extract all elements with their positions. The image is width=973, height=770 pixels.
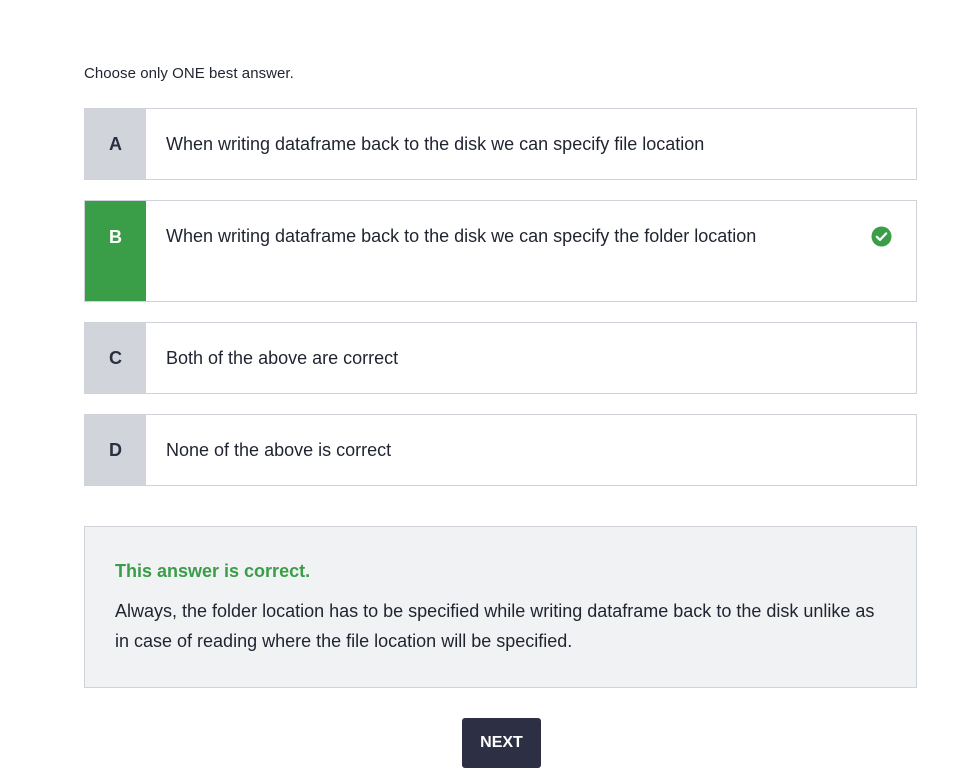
feedback-title: This answer is correct. (115, 561, 311, 581)
option-text: When writing dataframe back to the disk … (166, 226, 757, 246)
instruction-text: Choose only ONE best answer. (84, 65, 294, 82)
option-letter: B (85, 201, 146, 301)
option-text: When writing dataframe back to the disk … (166, 133, 705, 154)
feedback-explanation: Always, the folder location has to be sp… (115, 601, 875, 651)
check-circle-icon (871, 226, 892, 247)
option-text: Both of the above are correct (166, 347, 399, 368)
answer-option-a[interactable]: A When writing dataframe back to the dis… (84, 108, 917, 180)
option-letter: C (85, 323, 146, 393)
feedback-panel: This answer is correct. Always, the fold… (84, 526, 917, 688)
option-text: None of the above is correct (166, 439, 392, 460)
option-letter: D (85, 415, 146, 485)
answer-option-b[interactable]: B When writing dataframe back to the dis… (84, 200, 917, 302)
next-button[interactable]: NEXT (462, 718, 541, 768)
option-letter: A (85, 109, 146, 179)
answer-option-c[interactable]: C Both of the above are correct (84, 322, 917, 394)
answer-option-d[interactable]: D None of the above is correct (84, 414, 917, 486)
